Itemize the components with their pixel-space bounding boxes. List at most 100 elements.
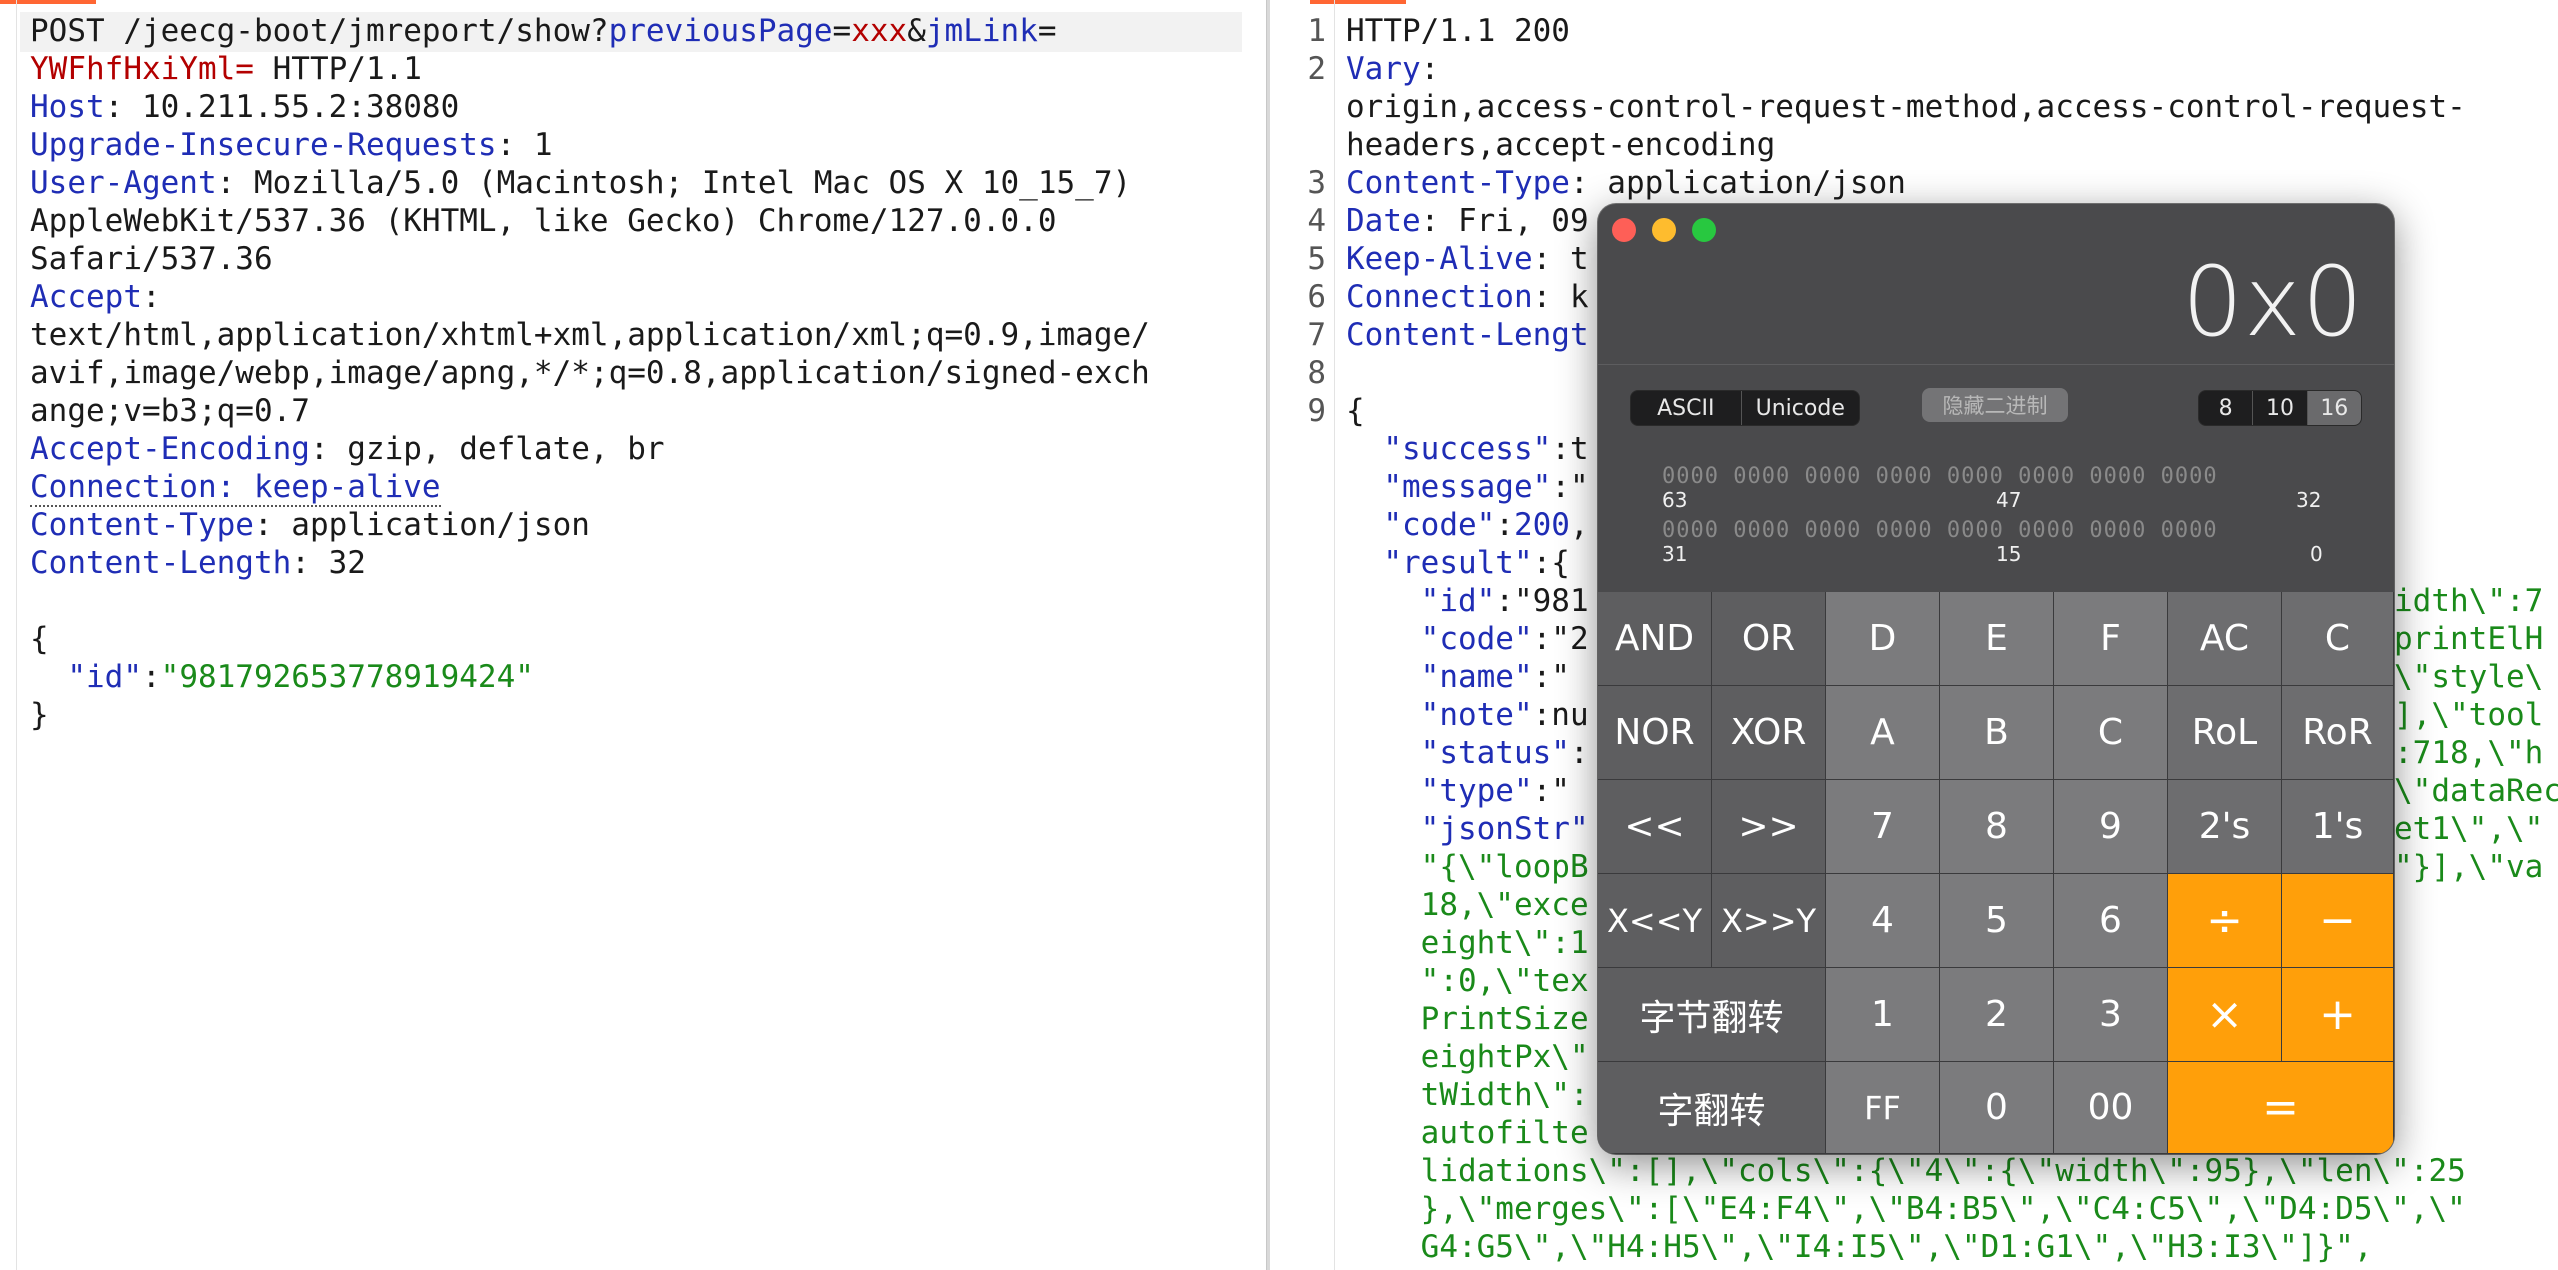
digit-0-button[interactable]: 0 bbox=[1940, 1062, 2054, 1154]
x-shift-right-y-button[interactable]: X>>Y bbox=[1712, 874, 1826, 968]
double-zero-button[interactable]: 00 bbox=[2054, 1062, 2168, 1154]
response-gutter-line bbox=[1334, 0, 1335, 1270]
encoding-ascii[interactable]: ASCII bbox=[1631, 391, 1742, 425]
line-number: 5 bbox=[1307, 241, 1326, 277]
header-accept-value-cont: avif,image/webp,image/apng,*/*;q=0.8,app… bbox=[30, 355, 1150, 391]
header-date-value: : Fri, 09 bbox=[1420, 203, 1589, 239]
jsonstr-line: 18,\"exce bbox=[1420, 887, 1589, 923]
line-number: 3 bbox=[1307, 165, 1326, 201]
header-host-value: : 10.211.55.2:38080 bbox=[104, 89, 460, 125]
header-content-type-value: : application/json bbox=[1569, 165, 1906, 201]
word-flip-button[interactable]: 字翻转 bbox=[1598, 1062, 1826, 1154]
header-connection-value: : k bbox=[1532, 279, 1589, 315]
jsonstr-fragment: et1\",\" bbox=[2394, 811, 2544, 847]
base-16[interactable]: 16 bbox=[2307, 391, 2361, 425]
header-content-type-key: Content-Type bbox=[1346, 165, 1570, 201]
bit-label: 63 bbox=[1662, 488, 1688, 512]
close-icon[interactable] bbox=[1612, 218, 1636, 242]
request-pane[interactable]: POST /jeecg-boot/jmreport/show?previousP… bbox=[0, 0, 1266, 1270]
base-toggle[interactable]: 8 10 16 bbox=[2198, 390, 2362, 426]
multiply-button[interactable]: × bbox=[2168, 968, 2282, 1062]
digit-1-button[interactable]: 1 bbox=[1826, 968, 1940, 1062]
result-id-key: "id" bbox=[1420, 583, 1496, 619]
zoom-icon[interactable] bbox=[1692, 218, 1716, 242]
digit-9-button[interactable]: 9 bbox=[2054, 780, 2168, 874]
add-button[interactable]: + bbox=[2282, 968, 2394, 1062]
digit-8-button[interactable]: 8 bbox=[1940, 780, 2054, 874]
header-connection[interactable]: Connection: keep-alive bbox=[30, 469, 441, 507]
header-useragent-value-cont: Safari/537.36 bbox=[30, 241, 273, 277]
line-number: 1 bbox=[1307, 13, 1326, 49]
calculator-window[interactable]: 0x0 ASCII Unicode 隐藏二进制 8 10 16 0000 000… bbox=[1598, 204, 2394, 1154]
result-code-value: :"2 bbox=[1532, 621, 1589, 657]
base-10[interactable]: 10 bbox=[2253, 391, 2308, 425]
x-shift-left-y-button[interactable]: X<<Y bbox=[1598, 874, 1712, 968]
header-content-length-key: Content-Length bbox=[30, 545, 292, 581]
ff-button[interactable]: FF bbox=[1826, 1062, 1940, 1154]
hex-c-button[interactable]: C bbox=[2054, 686, 2168, 780]
digit-5-button[interactable]: 5 bbox=[1940, 874, 2054, 968]
encoding-unicode[interactable]: Unicode bbox=[1742, 391, 1859, 425]
colon: : bbox=[141, 279, 161, 315]
line-number: 4 bbox=[1307, 203, 1326, 239]
header-content-type-key: Content-Type bbox=[30, 507, 254, 543]
body-open-brace: { bbox=[30, 621, 49, 657]
xor-button[interactable]: XOR bbox=[1712, 686, 1826, 780]
all-clear-button[interactable]: AC bbox=[2168, 592, 2282, 686]
digit-2-button[interactable]: 2 bbox=[1940, 968, 2054, 1062]
header-uir-value: : 1 bbox=[496, 127, 553, 163]
rotate-right-button[interactable]: RoR bbox=[2282, 686, 2394, 780]
bit-row-low[interactable]: 0000 0000 0000 0000 0000 0000 0000 0000 bbox=[1662, 518, 2218, 543]
subtract-button[interactable]: − bbox=[2282, 874, 2394, 968]
clear-button[interactable]: C bbox=[2282, 592, 2394, 686]
header-content-length-value: : 32 bbox=[291, 545, 366, 581]
header-accept-value: text/html,application/xhtml+xml,applicat… bbox=[30, 317, 1150, 353]
encoding-toggle[interactable]: ASCII Unicode bbox=[1630, 390, 1860, 426]
result-jsonstr-key: "jsonStr" bbox=[1420, 811, 1589, 847]
jsonstr-line: lidations\":[],\"cols\":{\"4\":{\"width\… bbox=[1420, 1153, 2466, 1189]
digit-7-button[interactable]: 7 bbox=[1826, 780, 1940, 874]
or-button[interactable]: OR bbox=[1712, 592, 1826, 686]
hex-b-button[interactable]: B bbox=[1940, 686, 2054, 780]
calculator-display: 0x0 bbox=[2182, 246, 2364, 358]
ones-complement-button[interactable]: 1's bbox=[2282, 780, 2394, 874]
rotate-left-button[interactable]: RoL bbox=[2168, 686, 2282, 780]
byte-flip-button[interactable]: 字节翻转 bbox=[1598, 968, 1826, 1062]
hex-f-button[interactable]: F bbox=[2054, 592, 2168, 686]
shift-right-button[interactable]: >> bbox=[1712, 780, 1826, 874]
digit-4-button[interactable]: 4 bbox=[1826, 874, 1940, 968]
shift-left-button[interactable]: << bbox=[1598, 780, 1712, 874]
and-button[interactable]: AND bbox=[1598, 592, 1712, 686]
body-close-brace: } bbox=[30, 697, 49, 733]
twos-complement-button[interactable]: 2's bbox=[2168, 780, 2282, 874]
eq: = bbox=[1037, 13, 1057, 49]
divide-button[interactable]: ÷ bbox=[2168, 874, 2282, 968]
json-open-brace: { bbox=[1346, 393, 1365, 429]
bit-label: 31 bbox=[1662, 542, 1688, 566]
bit-label: 0 bbox=[2310, 542, 2323, 566]
param-jmlink-value: YWFhfHxiYml= bbox=[30, 51, 254, 87]
header-accept-value-cont: ange;v=b3;q=0.7 bbox=[30, 393, 310, 429]
jsonstr-line: eight\":1 bbox=[1420, 925, 1589, 961]
request-method-path: POST /jeecg-boot/jmreport/show? bbox=[30, 13, 609, 49]
minimize-icon[interactable] bbox=[1652, 218, 1676, 242]
body-id-key: "id" bbox=[67, 659, 142, 695]
hex-e-button[interactable]: E bbox=[1940, 592, 2054, 686]
amp: & bbox=[907, 13, 926, 49]
base-8[interactable]: 8 bbox=[2199, 391, 2254, 425]
param-previouspage-value: xxx bbox=[851, 13, 908, 49]
equals-button[interactable]: = bbox=[2168, 1062, 2394, 1154]
hex-d-button[interactable]: D bbox=[1826, 592, 1940, 686]
digit-3-button[interactable]: 3 bbox=[2054, 968, 2168, 1062]
jsonstr-fragment: \"style\ bbox=[2394, 659, 2544, 695]
hide-binary-button[interactable]: 隐藏二进制 bbox=[1922, 388, 2068, 422]
jsonstr-line: },\"merges\":[\"E4:F4\",\"B4:B5\",\"C4:C… bbox=[1420, 1191, 2466, 1227]
request-editor[interactable]: POST /jeecg-boot/jmreport/show?previousP… bbox=[30, 12, 1150, 734]
status-line: HTTP/1.1 200 bbox=[1346, 13, 1570, 49]
jsonstr-fragment: ],\"tool bbox=[2394, 697, 2544, 733]
hex-a-button[interactable]: A bbox=[1826, 686, 1940, 780]
bit-row-high[interactable]: 0000 0000 0000 0000 0000 0000 0000 0000 bbox=[1662, 464, 2218, 489]
line-number: 8 bbox=[1307, 355, 1326, 391]
digit-6-button[interactable]: 6 bbox=[2054, 874, 2168, 968]
nor-button[interactable]: NOR bbox=[1598, 686, 1712, 780]
